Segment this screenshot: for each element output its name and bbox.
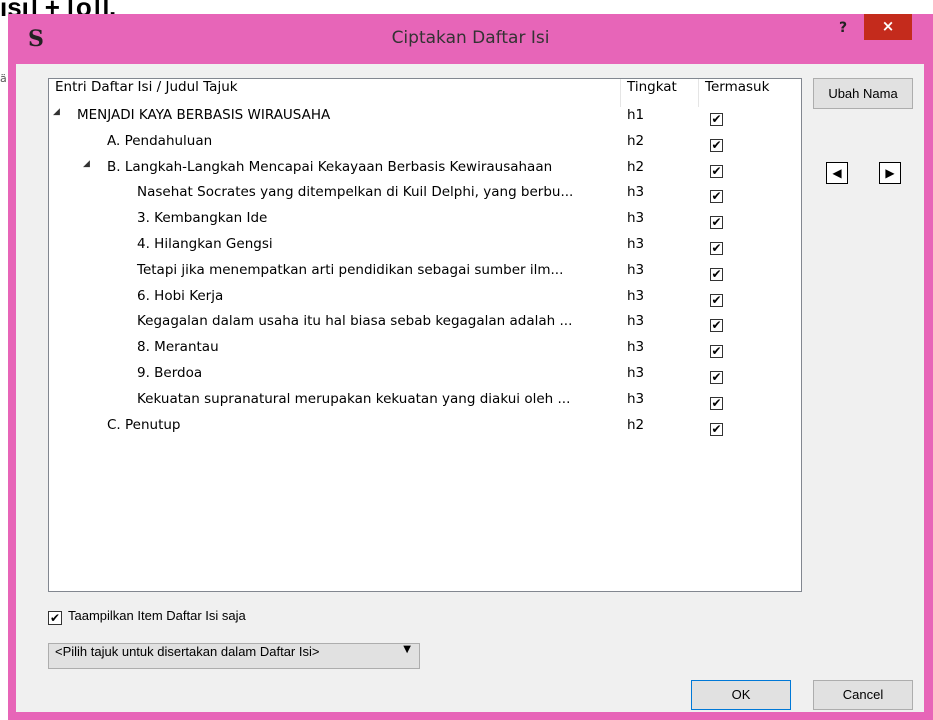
heading-select-dropdown[interactable]: <Pilih tajuk untuk disertakan dalam Daft…	[48, 643, 420, 669]
row-level: h3	[627, 390, 645, 407]
row-level: h3	[627, 261, 645, 278]
table-row[interactable]: 8. Merantau h3 ✔	[49, 339, 801, 365]
expand-arrow-icon[interactable]: ◢	[83, 159, 90, 169]
promote-left-arrow-icon[interactable]: ◀	[826, 162, 848, 184]
row-level: h3	[627, 210, 645, 227]
row-include-checkbox[interactable]: ✔	[710, 138, 723, 152]
row-include-checkbox[interactable]: ✔	[710, 319, 723, 333]
show-toc-only-checkbox[interactable]: ✔	[48, 611, 62, 625]
row-include-checkbox[interactable]: ✔	[710, 422, 723, 436]
table-row[interactable]: ◢ MENJADI KAYA BERBASIS WIRAUSAHA h1 ✔	[49, 107, 801, 133]
row-include-checkbox[interactable]: ✔	[710, 345, 723, 359]
row-include-checkbox[interactable]: ✔	[710, 216, 723, 230]
column-header-included[interactable]: Termasuk	[699, 79, 793, 107]
row-include-checkbox[interactable]: ✔	[710, 113, 723, 126]
dialog-titlebar[interactable]: S Ciptakan Daftar Isi ? ×	[8, 14, 933, 64]
toc-dialog: S Ciptakan Daftar Isi ? × Entri Daftar I…	[8, 14, 933, 720]
help-button[interactable]: ?	[831, 18, 855, 38]
table-row[interactable]: Kegagalan dalam usaha itu hal biasa seba…	[49, 313, 801, 339]
chevron-down-icon: ▼	[403, 644, 411, 655]
row-level: h3	[627, 287, 645, 304]
table-row[interactable]: C. Penutup h2 ✔	[49, 417, 801, 443]
table-row[interactable]: 6. Hobi Kerja h3 ✔	[49, 288, 801, 314]
row-heading-text: Nasehat Socrates yang ditempelkan di Kui…	[137, 184, 574, 201]
show-toc-only-label: Taampilkan Item Daftar Isi saja	[68, 608, 246, 623]
row-level: h2	[627, 158, 645, 175]
table-row[interactable]: A. Pendahuluan h2 ✔	[49, 133, 801, 159]
row-level: h3	[627, 339, 645, 356]
dialog-body: Entri Daftar Isi / Judul Tajuk Tingkat T…	[16, 64, 924, 712]
row-include-checkbox[interactable]: ✔	[710, 267, 723, 281]
row-level: h3	[627, 184, 645, 201]
row-heading-text: Tetapi jika menempatkan arti pendidikan …	[137, 261, 564, 278]
row-heading-text: 6. Hobi Kerja	[137, 287, 224, 304]
table-row[interactable]: ◢ B. Langkah-Langkah Mencapai Kekayaan Be…	[49, 159, 801, 185]
row-heading-text: 4. Hilangkan Gengsi	[137, 235, 273, 252]
demote-right-arrow-icon[interactable]: ▶	[879, 162, 901, 184]
row-level: h2	[627, 132, 645, 149]
row-include-checkbox[interactable]: ✔	[710, 241, 723, 255]
background-side-glyph: ä	[0, 72, 7, 85]
row-include-checkbox[interactable]: ✔	[710, 370, 723, 384]
table-row[interactable]: 3. Kembangkan Ide h3 ✔	[49, 210, 801, 236]
row-heading-text: B. Langkah-Langkah Mencapai Kekayaan Ber…	[107, 158, 553, 175]
row-heading-text: Kegagalan dalam usaha itu hal biasa seba…	[137, 313, 573, 330]
heading-select-value: <Pilih tajuk untuk disertakan dalam Daft…	[55, 644, 320, 659]
column-header-level[interactable]: Tingkat	[621, 79, 699, 107]
row-level: h3	[627, 313, 645, 330]
row-heading-text: 8. Merantau	[137, 339, 219, 356]
row-include-checkbox[interactable]: ✔	[710, 396, 723, 410]
row-include-checkbox[interactable]: ✔	[710, 293, 723, 307]
table-row[interactable]: 4. Hilangkan Gengsi h3 ✔	[49, 236, 801, 262]
row-heading-text: A. Pendahuluan	[107, 132, 213, 149]
table-row[interactable]: Tetapi jika menempatkan arti pendidikan …	[49, 262, 801, 288]
row-level: h3	[627, 235, 645, 252]
row-heading-text: Kekuatan supranatural merupakan kekuatan…	[137, 390, 571, 407]
cancel-button[interactable]: Cancel	[813, 680, 913, 710]
rename-button[interactable]: Ubah Nama	[813, 78, 913, 109]
table-body: ◢ MENJADI KAYA BERBASIS WIRAUSAHA h1 ✔ A. Pe…	[49, 107, 801, 442]
row-level: h3	[627, 364, 645, 381]
row-heading-text: C. Penutup	[107, 416, 181, 433]
dialog-title: Ciptakan Daftar Isi	[391, 28, 550, 48]
row-heading-text: MENJADI KAYA BERBASIS WIRAUSAHA	[77, 107, 331, 123]
expand-arrow-icon[interactable]: ◢	[53, 107, 60, 117]
row-heading-text: 9. Berdoa	[137, 364, 203, 381]
table-header: Entri Daftar Isi / Judul Tajuk Tingkat T…	[49, 79, 801, 107]
ok-button[interactable]: OK	[691, 680, 791, 710]
close-button[interactable]: ×	[864, 14, 912, 40]
row-level: h2	[627, 416, 645, 433]
column-header-entry[interactable]: Entri Daftar Isi / Judul Tajuk	[49, 79, 621, 107]
row-include-checkbox[interactable]: ✔	[710, 164, 723, 178]
table-row[interactable]: Nasehat Socrates yang ditempelkan di Kui…	[49, 184, 801, 210]
toc-tree-table: Entri Daftar Isi / Judul Tajuk Tingkat T…	[48, 78, 802, 592]
row-heading-text: 3. Kembangkan Ide	[137, 210, 268, 227]
row-level: h1	[627, 107, 645, 123]
table-row[interactable]: Kekuatan supranatural merupakan kekuatan…	[49, 391, 801, 417]
row-include-checkbox[interactable]: ✔	[710, 190, 723, 204]
table-row[interactable]: 9. Berdoa h3 ✔	[49, 365, 801, 391]
